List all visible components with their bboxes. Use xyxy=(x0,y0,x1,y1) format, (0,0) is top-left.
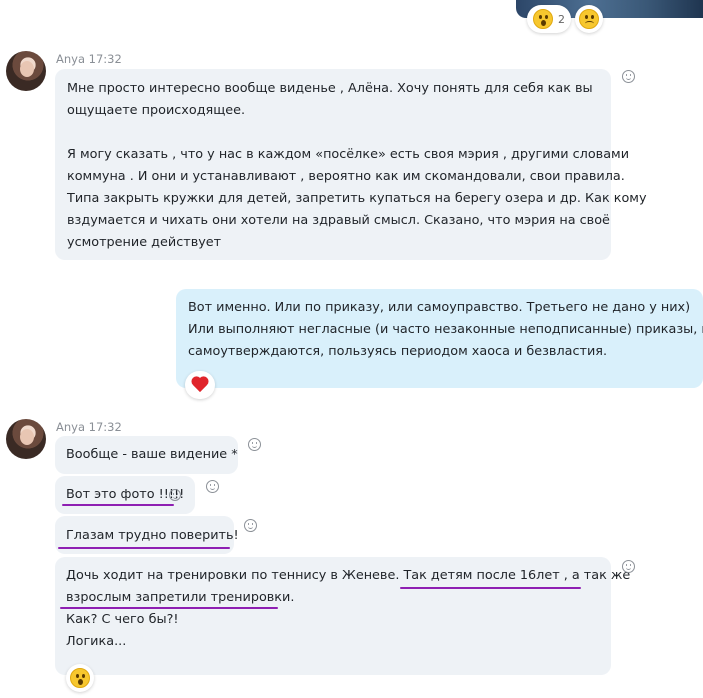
message-bubble[interactable]: Дочь ходит на тренировки по теннису в Же… xyxy=(55,557,631,675)
message-line: Дочь ходит на тренировки по теннису в Же… xyxy=(66,568,631,583)
add-reaction-icon[interactable] xyxy=(622,560,635,573)
message-bubble[interactable]: Мне просто интересно вообще виденье , Ал… xyxy=(55,69,647,260)
message-meta: Anya 17:32 xyxy=(56,420,122,434)
reaction-frown[interactable] xyxy=(575,5,603,33)
highlight-underline xyxy=(60,607,278,609)
message-line: самоутверждаются, пользуясь периодом хао… xyxy=(188,344,608,359)
message-meta: Anya 17:32 xyxy=(56,52,122,66)
highlight-underline xyxy=(400,587,581,589)
message-line: коммуна . И они и устанавливают , вероят… xyxy=(67,169,625,184)
message-line: ощущаете происходящее. xyxy=(67,103,246,118)
timestamp: 17:32 xyxy=(88,420,122,434)
message-line: усмотрение действует xyxy=(67,235,222,250)
message-line xyxy=(67,122,599,144)
message-line: Типа закрыть кружки для детей, запретить… xyxy=(67,191,647,206)
sender-name: Anya xyxy=(56,52,86,66)
sender-name: Anya xyxy=(56,420,86,434)
frown-emoji-icon xyxy=(579,9,599,29)
avatar[interactable] xyxy=(6,51,46,91)
shocked-emoji-icon xyxy=(533,9,553,29)
message-line: Я могу сказать , что у нас в каждом «пос… xyxy=(67,147,630,162)
message-line: Или выполняют негласные (и часто незакон… xyxy=(188,322,703,337)
heart-icon xyxy=(191,377,209,393)
timestamp: 17:32 xyxy=(88,52,122,66)
message-text: Вообще - ваше видение * xyxy=(66,447,238,462)
message-line: Логика... xyxy=(66,634,127,649)
message-bubble[interactable]: Вообще - ваше видение * xyxy=(55,436,238,474)
message-line: Мне просто интересно вообще виденье , Ал… xyxy=(67,81,593,96)
reaction-shocked[interactable] xyxy=(66,664,94,692)
outgoing-message-bubble[interactable]: Вот именно. Или по приказу, или самоупра… xyxy=(176,289,703,388)
highlight-underline xyxy=(62,504,174,506)
frown-emoji-icon xyxy=(169,489,181,501)
add-reaction-icon[interactable] xyxy=(248,438,261,451)
highlight-underline xyxy=(58,547,230,549)
message-text: Вот это фото !!!!! xyxy=(66,487,185,502)
add-reaction-icon[interactable] xyxy=(244,519,257,532)
add-reaction-icon[interactable] xyxy=(206,480,219,493)
message-line: взрослым запретили тренировки. xyxy=(66,590,295,605)
message-line: вздумается и чихать они хотели на здравы… xyxy=(67,213,610,228)
reaction-count: 2 xyxy=(558,12,565,26)
reaction-shocked[interactable]: 2 xyxy=(527,5,571,33)
message-text: Глазам трудно поверить! xyxy=(66,528,239,543)
shocked-emoji-icon xyxy=(70,668,90,688)
message-line: Вот именно. Или по приказу, или самоупра… xyxy=(188,300,691,315)
message-line: Как? С чего бы?! xyxy=(66,612,179,627)
add-reaction-icon[interactable] xyxy=(622,70,635,83)
reaction-heart[interactable] xyxy=(185,371,215,399)
avatar[interactable] xyxy=(6,419,46,459)
